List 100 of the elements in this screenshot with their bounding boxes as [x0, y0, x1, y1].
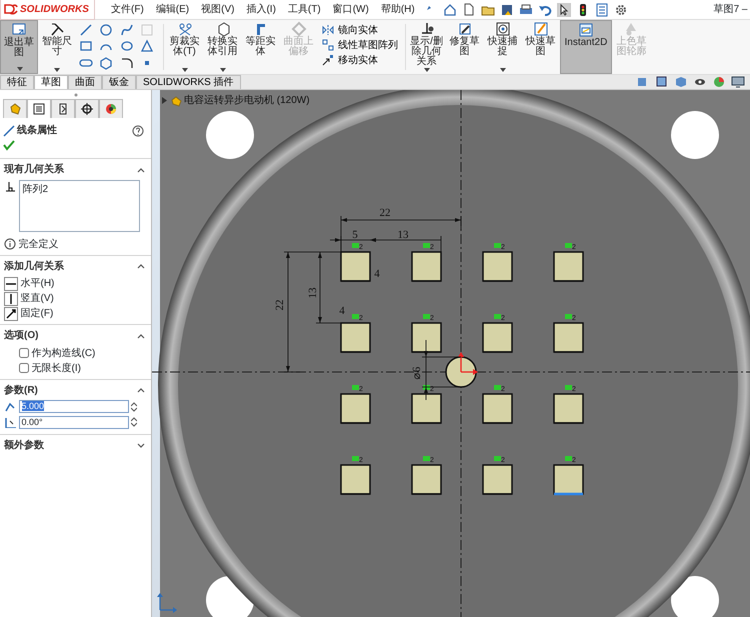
ribbon-button[interactable]: 快速草图: [522, 20, 560, 74]
menu-item[interactable]: 编辑(E): [150, 0, 196, 19]
caret-icon[interactable]: [500, 68, 506, 72]
collapse-icon[interactable]: [136, 332, 144, 338]
ribbon-button[interactable]: 转换实体引用: [204, 20, 242, 74]
sketch-square[interactable]: [411, 464, 442, 495]
tree-item[interactable]: 电容运转异步电动机 (120W): [184, 93, 310, 108]
sketch-square[interactable]: [553, 393, 584, 424]
caret-icon[interactable]: [17, 67, 23, 71]
ribbon-button[interactable]: 修复草图: [446, 20, 484, 74]
ribbon-list-button[interactable]: 镜向实体: [320, 22, 400, 38]
dimension-value[interactable]: 5: [352, 229, 358, 241]
pointer-icon[interactable]: [556, 2, 571, 16]
dimension-value[interactable]: 22: [274, 300, 286, 310]
panel-tab[interactable]: [74, 99, 98, 118]
grip-icon[interactable]: [74, 92, 78, 96]
sketch-square[interactable]: [482, 251, 513, 282]
ribbon-button[interactable]: 快速捕捉: [484, 20, 522, 74]
caret-icon[interactable]: [54, 68, 60, 72]
sketch-square[interactable]: [482, 464, 513, 495]
circle-icon[interactable]: [99, 22, 113, 36]
dimension-value[interactable]: 4: [374, 268, 380, 280]
relations-list[interactable]: 阵列2: [18, 180, 140, 232]
spline-icon[interactable]: [120, 22, 134, 36]
menu-item[interactable]: 文件(F): [105, 0, 150, 19]
list-icon[interactable]: [594, 2, 609, 16]
rectangle-icon[interactable]: [78, 39, 92, 53]
input-field[interactable]: 0.00°: [18, 416, 128, 428]
spinner-icon[interactable]: [131, 417, 137, 427]
panel-tab[interactable]: [98, 99, 122, 118]
command-tab[interactable]: SOLIDWORKS 插件: [136, 75, 241, 89]
sketch-square[interactable]: [340, 393, 371, 424]
ribbon-list-button[interactable]: 移动实体: [320, 52, 400, 68]
collapse-icon[interactable]: [136, 166, 144, 172]
menu-item[interactable]: 窗口(W): [326, 0, 375, 19]
sketch-square[interactable]: [553, 322, 584, 353]
sketch-square[interactable]: [482, 393, 513, 424]
command-tab[interactable]: 钣金: [102, 75, 136, 89]
sketch-square[interactable]: [340, 464, 371, 495]
horizontal-icon[interactable]: [4, 276, 18, 290]
polygon-icon[interactable]: [99, 56, 113, 70]
dimension-value[interactable]: 22: [380, 207, 390, 219]
caret-icon[interactable]: [424, 68, 430, 72]
caret-icon[interactable]: [220, 68, 226, 72]
checkbox[interactable]: [19, 348, 29, 358]
ribbon-button[interactable]: 等距实体: [242, 20, 280, 74]
sketch-square[interactable]: [340, 322, 371, 353]
section-view-icon[interactable]: [655, 75, 669, 89]
sketch-square[interactable]: [411, 322, 442, 353]
sketch-square[interactable]: [553, 464, 584, 496]
sketch-square[interactable]: [411, 393, 442, 424]
relation-option[interactable]: 固定(F): [20, 306, 54, 321]
ribbon-button[interactable]: 显示/删除几何关系: [408, 20, 446, 74]
ribbon-button[interactable]: 智能尺寸: [38, 20, 76, 74]
checkbox-label[interactable]: 无限长度(I): [32, 360, 81, 376]
home-icon[interactable]: [442, 2, 457, 16]
command-tab[interactable]: 曲面: [68, 75, 102, 89]
sketch-circle[interactable]: [445, 356, 477, 388]
ribbon-list-button[interactable]: 线性草图阵列: [320, 38, 400, 52]
ribbon-button[interactable]: 剪裁实体(T): [166, 20, 204, 74]
input-field[interactable]: 5.000: [18, 400, 128, 413]
collapse-icon[interactable]: [136, 263, 144, 269]
dimension-value[interactable]: 13: [307, 288, 319, 298]
checkbox-label[interactable]: 作为构造线(C): [32, 346, 96, 360]
collapse-icon[interactable]: [136, 387, 144, 393]
ribbon-button[interactable]: Instant2D: [560, 20, 612, 74]
appearance-icon[interactable]: [712, 75, 726, 89]
monitor-icon[interactable]: [731, 75, 745, 89]
panel-tab[interactable]: [26, 99, 50, 118]
panel-tab[interactable]: [50, 99, 74, 118]
settings-icon[interactable]: [614, 2, 628, 16]
caret-icon[interactable]: [182, 68, 188, 72]
help-icon[interactable]: [132, 124, 144, 136]
relation-item[interactable]: 阵列2: [22, 182, 136, 196]
menu-item[interactable]: 帮助(H): [374, 0, 421, 19]
sketch-square[interactable]: [482, 322, 513, 353]
new-document-icon[interactable]: [462, 2, 476, 16]
sketch-square[interactable]: [411, 251, 442, 282]
relation-option[interactable]: 水平(H): [20, 276, 54, 291]
menu-item[interactable]: 插入(I): [240, 0, 282, 19]
save-icon[interactable]: [500, 2, 514, 16]
line-icon[interactable]: [78, 22, 92, 36]
dimension-value[interactable]: 4: [339, 305, 345, 317]
ribbon-button[interactable]: 退出草图: [0, 20, 38, 74]
ellipse-icon[interactable]: [120, 39, 134, 53]
expand-arrow-icon[interactable]: [162, 97, 167, 104]
sketch-square[interactable]: [340, 251, 371, 282]
command-tab[interactable]: 草图: [34, 75, 68, 89]
checkmark-icon[interactable]: [2, 139, 14, 152]
checkbox[interactable]: [19, 363, 29, 373]
dimension-value[interactable]: 13: [398, 229, 408, 241]
command-tab[interactable]: 特征: [0, 75, 34, 89]
spinner-icon[interactable]: [131, 402, 137, 412]
relation-option[interactable]: 竖直(V): [20, 291, 54, 306]
menu-item[interactable]: 视图(V): [195, 0, 240, 19]
vertical-icon[interactable]: [4, 292, 18, 306]
dimension-value[interactable]: ⌀6: [411, 366, 423, 380]
sketch-square[interactable]: [553, 251, 584, 282]
print-icon[interactable]: [518, 2, 533, 16]
menu-item[interactable]: 工具(T): [282, 0, 327, 19]
